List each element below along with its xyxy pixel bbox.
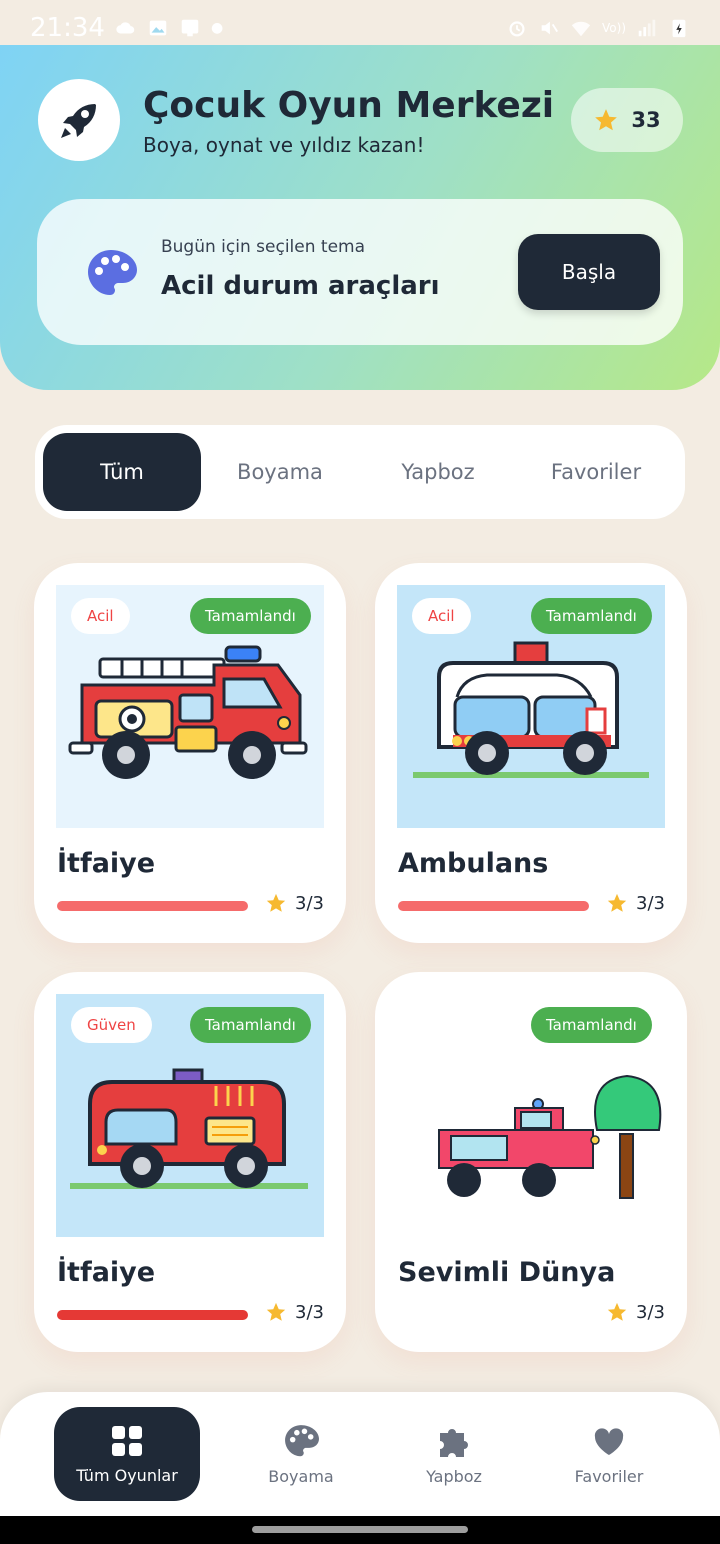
star-count: 33	[631, 108, 661, 132]
tab-puzzle[interactable]: Yapboz	[359, 433, 517, 511]
start-button[interactable]: Başla	[518, 234, 660, 310]
completed-badge: Tamamlandı	[190, 1007, 311, 1043]
bottom-navigation: Tüm Oyunlar Boyama Yapboz Favoriler	[0, 1392, 720, 1516]
game-card[interactable]: Acil Tamamlandı İtfaiye 3/3	[34, 563, 346, 943]
status-time: 21:34	[30, 13, 105, 43]
filter-tabs: Tüm Boyama Yapboz Favoriler	[35, 425, 685, 519]
status-bar: 21:34 ● Vo))	[0, 0, 720, 56]
nav-coloring[interactable]: Boyama	[228, 1407, 374, 1501]
card-title: İtfaiye	[57, 1257, 156, 1288]
tab-all[interactable]: Tüm	[43, 433, 201, 511]
star-score: 3/3	[295, 892, 324, 914]
star-score: 3/3	[636, 892, 665, 914]
game-card[interactable]: Acil Tamamlandı Ambulans 3/3	[375, 563, 687, 943]
wifi-icon	[571, 21, 591, 37]
cloud-icon	[116, 22, 135, 34]
signal-icon	[638, 19, 656, 37]
completed-badge: Tamamlandı	[190, 598, 311, 634]
completed-badge: Tamamlandı	[531, 598, 652, 634]
game-card[interactable]: Güven Tamamlandı İtfaiye 3/3	[34, 972, 346, 1352]
star-icon	[266, 1302, 286, 1321]
alarm-icon	[509, 21, 525, 37]
carrier-label: Vo))	[602, 21, 626, 35]
theme-label: Bugün için seçilen tema	[161, 237, 365, 257]
notification-icon	[181, 19, 199, 37]
tab-coloring[interactable]: Boyama	[201, 433, 359, 511]
header-banner: Çocuk Oyun Merkezi Boya, oynat ve yıldız…	[0, 45, 720, 390]
star-icon	[607, 1302, 627, 1321]
nav-all-games[interactable]: Tüm Oyunlar	[54, 1407, 200, 1501]
theme-value: Acil durum araçları	[161, 271, 440, 301]
grid-icon	[112, 1425, 142, 1456]
star-score: 3/3	[636, 1301, 665, 1323]
app-logo	[38, 79, 120, 161]
nav-label: Yapboz	[426, 1466, 482, 1486]
progress-bar	[398, 901, 589, 911]
home-indicator[interactable]	[252, 1526, 468, 1533]
palette-icon	[88, 250, 137, 295]
progress-bar	[57, 1310, 248, 1320]
nav-favorites[interactable]: Favoriler	[536, 1407, 682, 1501]
palette-icon	[285, 1424, 319, 1456]
completed-badge: Tamamlandı	[531, 1007, 652, 1043]
card-title: Sevimli Dünya	[398, 1257, 616, 1288]
nav-puzzle[interactable]: Yapboz	[381, 1407, 527, 1501]
card-stars: 3/3	[606, 892, 665, 914]
puzzle-icon	[440, 1428, 468, 1457]
card-stars: 3/3	[265, 892, 324, 914]
star-icon	[595, 109, 618, 131]
card-stars: 3/3	[606, 1301, 665, 1323]
app-title: Çocuk Oyun Merkezi	[143, 85, 555, 126]
category-badge: Acil	[412, 598, 471, 634]
star-icon	[266, 893, 286, 912]
dot-icon: ●	[210, 20, 224, 36]
system-navigation-bar	[0, 1516, 720, 1544]
progress-bar	[57, 901, 248, 911]
card-title: İtfaiye	[57, 848, 156, 879]
nav-label: Boyama	[268, 1466, 334, 1486]
category-badge: Acil	[71, 598, 130, 634]
daily-theme-card: Bugün için seçilen tema Acil durum araçl…	[37, 199, 683, 345]
game-card[interactable]: Tamamlandı Sevimli Dünya 3/3	[375, 972, 687, 1352]
image-icon	[149, 20, 167, 36]
card-stars: 3/3	[265, 1301, 324, 1323]
rocket-icon	[61, 104, 96, 138]
category-badge: Güven	[71, 1007, 152, 1043]
heart-icon	[594, 1427, 624, 1455]
star-icon	[607, 893, 627, 912]
card-title: Ambulans	[398, 848, 549, 879]
nav-label: Favoriler	[574, 1466, 644, 1486]
nav-label: Tüm Oyunlar	[76, 1465, 178, 1485]
app-subtitle: Boya, oynat ve yıldız kazan!	[143, 133, 425, 157]
star-score: 3/3	[295, 1301, 324, 1323]
star-counter[interactable]: 33	[571, 88, 683, 152]
battery-icon	[672, 19, 686, 38]
mute-icon	[541, 21, 559, 35]
tab-favorites[interactable]: Favoriler	[517, 433, 675, 511]
